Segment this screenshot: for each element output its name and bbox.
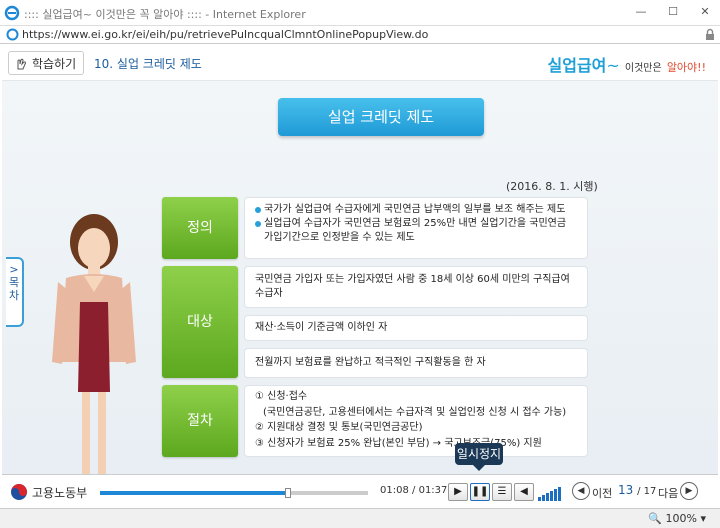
toc-tab[interactable]: > 목차 (6, 257, 24, 327)
prev-button[interactable]: ◀ (572, 482, 590, 500)
slide-title: 실업 크레딧 제도 (278, 98, 484, 136)
target-item: 전월까지 보험료를 완납하고 적극적인 구직활동을 한 자 (244, 348, 588, 378)
address-bar: https://www.ei.go.kr/ei/eih/pu/retrieveP… (0, 26, 720, 44)
current-time: 01:08 (380, 485, 409, 496)
prev-label[interactable]: 이전 (592, 485, 612, 501)
target-item: 국민연금 가입자 또는 가입자였던 사람 중 18세 이상 60세 미만의 구직… (244, 266, 588, 308)
progress-handle[interactable] (284, 488, 291, 498)
target-item: 재산·소득이 기준금액 이하인 자 (244, 315, 588, 341)
procedure-box: ① 신청·접수 (국민연금공단, 고용센터에서는 수급자격 및 실업인정 신청 … (244, 385, 588, 457)
procedure-line: (국민연금공단, 고용센터에서는 수급자격 및 실업인정 신청 시 접수 가능) (263, 406, 567, 418)
brand-logo: 실업급여~ 이것만은 알아야!! (548, 52, 706, 76)
procedure-line: ① 신청·접수 (255, 391, 308, 402)
toc-tab-label: 목차 (9, 276, 20, 302)
url-field[interactable]: https://www.ei.go.kr/ei/eih/pu/retrieveP… (22, 28, 428, 41)
page-current: 13 (618, 483, 634, 497)
brand-sub: 이것만은 (624, 63, 662, 74)
definition-bullet: 실업급여 수급자가 국민연금 보험료의 25%만 내면 실업기간을 국민연금 가… (255, 217, 577, 245)
status-bar: 🔍 100% ▾ (0, 508, 720, 528)
zoom-level[interactable]: 🔍 100% ▾ (648, 512, 706, 525)
lesson-title: 10. 실업 크레딧 제도 (94, 57, 202, 71)
section-label-target: 대상 (162, 266, 238, 378)
lock-icon[interactable] (704, 28, 716, 41)
presenter-character (52, 214, 136, 488)
section-label-procedure: 절차 (162, 385, 238, 457)
taegeuk-icon (11, 484, 27, 500)
progress-fill (100, 491, 288, 495)
progress-bar[interactable] (100, 488, 368, 498)
slide-content: > 목차 실업 크레딧 제도 (2016. 8. 1. 시행) 정의 국가가 실… (2, 82, 718, 488)
player-bar: 고용노동부 01:08 / 01:37 ▶ ❚❚ ☰ ◀ ◀ 이전 13 / 1 (2, 474, 718, 508)
speaker-icon[interactable]: ◀ (514, 483, 534, 501)
zoom-value: 100% (665, 512, 697, 525)
maximize-button[interactable]: ☐ (660, 3, 686, 21)
learning-app: 학습하기 10. 실업 크레딧 제도 실업급여~ 이것만은 알아야!! > 목차… (2, 45, 718, 508)
definition-bullet: 국가가 실업급여 수급자에게 국민연금 납부액의 일부를 보조 해주는 제도 (255, 203, 577, 217)
top-nav: 학습하기 10. 실업 크레딧 제도 실업급여~ 이것만은 알아야!! (2, 45, 718, 81)
page-total: 17 (643, 486, 657, 497)
org-logo: 고용노동부 (10, 483, 87, 501)
internet-explorer-icon (4, 5, 20, 21)
brand-main: 실업급여 (547, 56, 607, 75)
brand-sub2: 알아야!! (666, 61, 706, 74)
pause-tooltip: 일시정지 (455, 443, 503, 471)
next-label[interactable]: 다음 (658, 485, 678, 501)
menu-button[interactable]: ☰ (492, 483, 512, 501)
window-title: :::: 실업급여~ 이것만은 꼭 알아야 :::: - Internet Ex… (24, 8, 306, 21)
org-name: 고용노동부 (32, 485, 88, 500)
hand-pointer-icon (17, 58, 26, 70)
next-button[interactable]: ▶ (680, 482, 698, 500)
procedure-line: ② 지원대상 결정 및 통보(국민연금공단) (255, 422, 423, 433)
effective-date: (2016. 8. 1. 시행) (506, 180, 598, 193)
minimize-button[interactable]: — (628, 3, 654, 21)
play-button[interactable]: ▶ (448, 483, 468, 501)
volume-bars-icon[interactable] (538, 485, 564, 501)
pause-button[interactable]: ❚❚ (470, 483, 490, 501)
total-time: 01:37 (418, 485, 448, 496)
chevron-right-icon: > (9, 263, 19, 276)
study-button-label: 학습하기 (32, 56, 77, 71)
time-display: 01:08 / 01:37 (380, 485, 447, 496)
procedure-line: ③ 신청자가 보험료 25% 완납(본인 부담) → 국고보조금(75%) 지원 (255, 437, 542, 449)
study-button[interactable]: 학습하기 (8, 51, 84, 75)
page-indicator: 13 / 17 (618, 483, 656, 497)
brand-tilde: ~ (606, 56, 620, 75)
ie-page-icon (6, 28, 19, 41)
section-label-definition: 정의 (162, 197, 238, 259)
window-titlebar: :::: 실업급여~ 이것만은 꼭 알아야 :::: - Internet Ex… (0, 0, 720, 26)
definition-box: 국가가 실업급여 수급자에게 국민연금 납부액의 일부를 보조 해주는 제도 실… (244, 197, 588, 259)
close-button[interactable]: ✕ (692, 3, 718, 21)
